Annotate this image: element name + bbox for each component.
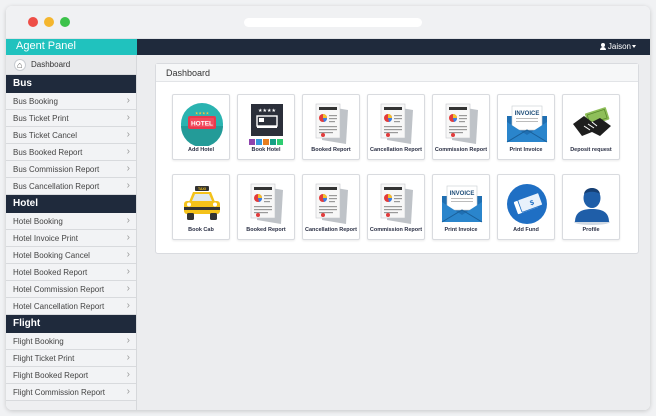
tile-label: Commission Report bbox=[369, 227, 423, 233]
tile-booked-report[interactable]: Booked Report bbox=[237, 174, 295, 240]
sidebar: Dashboard BusBus BookingBus Ticket Print… bbox=[6, 55, 137, 410]
svg-text:★★★★: ★★★★ bbox=[195, 111, 210, 116]
sidebar-item-bus-booked-report[interactable]: Bus Booked Report bbox=[6, 143, 136, 161]
tile-print-invoice[interactable]: INVOICE Print Invoice bbox=[432, 174, 490, 240]
section-header-bus: Bus bbox=[6, 75, 136, 93]
section-header-flight: Flight bbox=[6, 315, 136, 333]
tile-booked-report[interactable]: Booked Report bbox=[302, 94, 360, 160]
user-name: Jaison bbox=[607, 42, 631, 51]
tile-label: Print Invoice bbox=[444, 227, 478, 233]
tile-profile[interactable]: Profile bbox=[562, 174, 620, 240]
tile-cancellation-report[interactable]: Cancellation Report bbox=[367, 94, 425, 160]
tile-label: Cancellation Report bbox=[370, 147, 422, 153]
sidebar-item-dashboard[interactable]: Dashboard bbox=[6, 55, 136, 75]
minimize-window-icon[interactable] bbox=[44, 17, 54, 27]
tile-commission-report[interactable]: Commission Report bbox=[367, 174, 425, 240]
sidebar-item-hotel-booking[interactable]: Hotel Booking bbox=[6, 212, 136, 230]
tile-label: Booked Report bbox=[246, 227, 286, 233]
dashboard-panel: Dashboard HOTEL ★★★★ Add Hotel ★★★★ Book Hot… bbox=[155, 63, 639, 254]
user-menu[interactable]: Jaison bbox=[599, 39, 636, 55]
home-icon bbox=[14, 55, 26, 75]
tile-label: Booked Report bbox=[311, 147, 351, 153]
brand-title: Agent Panel bbox=[6, 39, 137, 55]
maximize-window-icon[interactable] bbox=[60, 17, 70, 27]
svg-text:INVOICE: INVOICE bbox=[515, 111, 540, 117]
user-icon bbox=[599, 43, 606, 50]
svg-text:HOTEL: HOTEL bbox=[191, 121, 213, 128]
tile-commission-report[interactable]: Commission Report bbox=[432, 94, 490, 160]
tile-cancellation-report[interactable]: Cancellation Report bbox=[302, 174, 360, 240]
tile-label: Book Cab bbox=[188, 227, 214, 233]
sidebar-item-label: Dashboard bbox=[31, 60, 71, 69]
tile-label: Add Hotel bbox=[188, 147, 214, 153]
sidebar-item-flight-booking[interactable]: Flight Booking bbox=[6, 332, 136, 350]
sidebar-item-hotel-booking-cancel[interactable]: Hotel Booking Cancel bbox=[6, 246, 136, 264]
sidebar-item-hotel-invoice-print[interactable]: Hotel Invoice Print bbox=[6, 229, 136, 247]
top-navbar: Agent Panel Jaison bbox=[6, 39, 650, 55]
sidebar-item-flight-booked-report[interactable]: Flight Booked Report bbox=[6, 366, 136, 384]
sidebar-item-hotel-commission-report[interactable]: Hotel Commission Report bbox=[6, 280, 136, 298]
sidebar-item-bus-ticket-print[interactable]: Bus Ticket Print bbox=[6, 109, 136, 127]
tile-label: Deposit request bbox=[570, 147, 612, 153]
panel-title: Dashboard bbox=[156, 64, 638, 82]
tile-label: Cancellation Report bbox=[305, 227, 357, 233]
browser-window: Agent Panel Jaison Dashboard BusBus Book… bbox=[6, 6, 650, 410]
sidebar-item-bus-booking[interactable]: Bus Booking bbox=[6, 92, 136, 110]
section-header-hotel: Hotel bbox=[6, 195, 136, 213]
sidebar-item-bus-commission-report[interactable]: Bus Commission Report bbox=[6, 160, 136, 178]
tile-label: Print Invoice bbox=[509, 147, 543, 153]
browser-chrome bbox=[6, 6, 650, 39]
tile-deposit-request[interactable]: Deposit request bbox=[562, 94, 620, 160]
svg-text:TAXI: TAXI bbox=[198, 187, 206, 191]
tile-label: Commission Report bbox=[434, 147, 488, 153]
main-content: Dashboard HOTEL ★★★★ Add Hotel ★★★★ Book Hot… bbox=[137, 55, 650, 410]
sidebar-item-hotel-booked-report[interactable]: Hotel Booked Report bbox=[6, 263, 136, 281]
svg-text:INVOICE: INVOICE bbox=[450, 191, 475, 197]
sidebar-item-flight-ticket-print[interactable]: Flight Ticket Print bbox=[6, 349, 136, 367]
tile-add-hotel[interactable]: HOTEL ★★★★ Add Hotel bbox=[172, 94, 230, 160]
sidebar-item-bus-cancellation-report[interactable]: Bus Cancellation Report bbox=[6, 177, 136, 195]
address-bar[interactable] bbox=[244, 18, 422, 27]
sidebar-sections: BusBus BookingBus Ticket PrintBus Ticket… bbox=[6, 75, 136, 401]
tile-add-fund[interactable]: $ Add Fund bbox=[497, 174, 555, 240]
svg-text:★★★★: ★★★★ bbox=[258, 108, 276, 114]
tile-book-cab[interactable]: TAXI Book Cab bbox=[172, 174, 230, 240]
sidebar-item-hotel-cancellation-report[interactable]: Hotel Cancellation Report bbox=[6, 297, 136, 315]
tile-book-hotel[interactable]: ★★★★ Book Hotel bbox=[237, 94, 295, 160]
tile-label: Book Hotel bbox=[251, 147, 281, 153]
tile-label: Add Fund bbox=[513, 227, 539, 233]
caret-down-icon bbox=[632, 45, 636, 48]
close-window-icon[interactable] bbox=[28, 17, 38, 27]
tile-print-invoice[interactable]: INVOICE Print Invoice bbox=[497, 94, 555, 160]
tile-label: Profile bbox=[582, 227, 600, 233]
sidebar-item-bus-ticket-cancel[interactable]: Bus Ticket Cancel bbox=[6, 126, 136, 144]
sidebar-item-flight-commission-report[interactable]: Flight Commission Report bbox=[6, 383, 136, 401]
